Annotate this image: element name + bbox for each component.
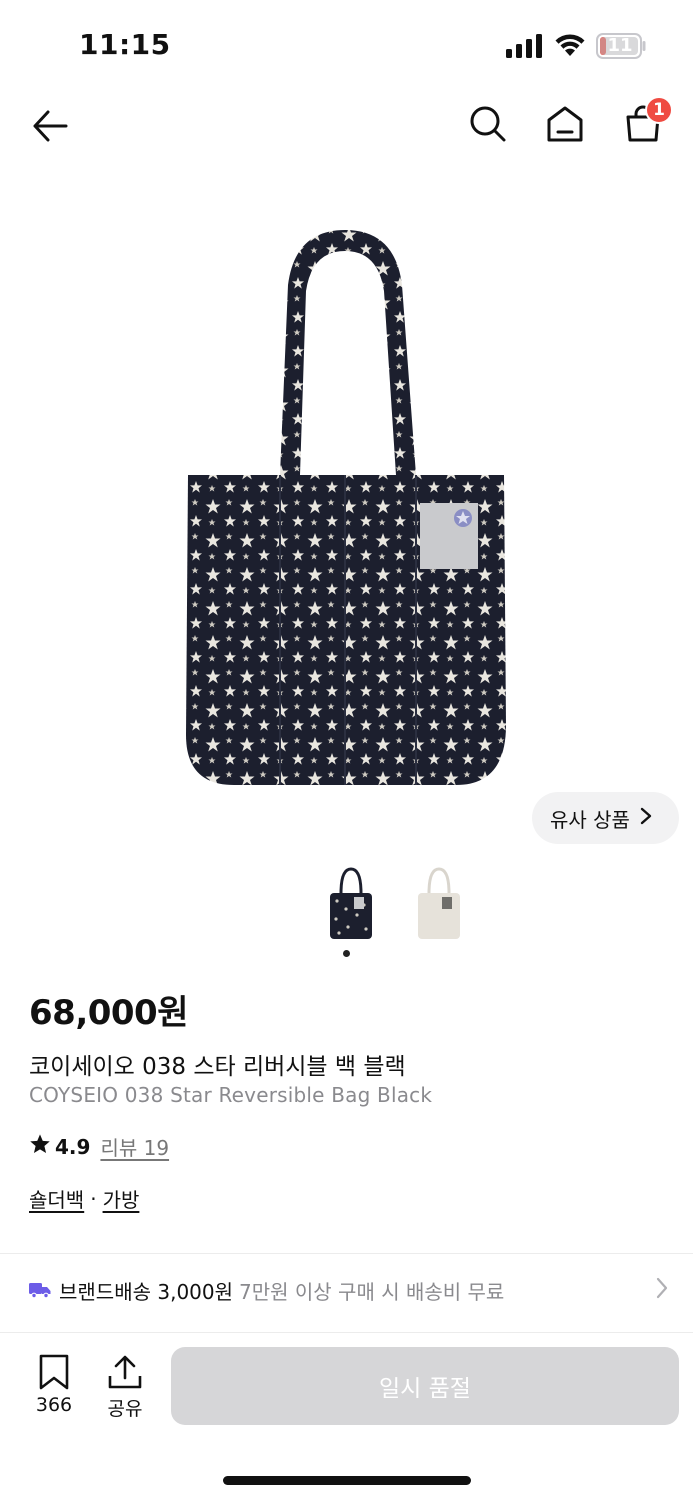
rating-score: 4.9 (55, 1134, 91, 1159)
bookmark-count: 366 (35, 1394, 73, 1416)
back-button[interactable] (26, 102, 74, 150)
home-icon (547, 106, 583, 142)
product-name-english: COYSEIO 038 Star Reversible Bag Black (29, 1083, 433, 1107)
truck-icon (29, 1283, 51, 1298)
similar-products-label: 유사 상품 (550, 807, 630, 832)
product-name-korean: 코이세이오 038 스타 리버시블 백 블랙 (29, 1054, 406, 1080)
carousel-dot-active (343, 950, 350, 957)
cart-count-badge: 1 (645, 96, 673, 124)
section-divider (0, 1253, 693, 1254)
similar-products-button[interactable]: 유사 상품 (532, 792, 679, 844)
category-separator: · (90, 1186, 97, 1211)
category-link-shoulder-bag[interactable]: 숄더백 (29, 1184, 84, 1213)
status-bar: 11:15 11 (0, 0, 693, 90)
product-rating: 4.9 리뷰 19 (29, 1132, 169, 1161)
product-price: 68,000원 (29, 993, 188, 1033)
battery-percent: 11 (607, 35, 633, 56)
free-shipping-note: 7만원 이상 구매 시 배송비 무료 (239, 1279, 505, 1304)
sold-out-button[interactable]: 일시 품절 (171, 1347, 679, 1425)
thumbnail-white-bag[interactable] (412, 865, 466, 945)
shipping-fee-label: 브랜드배송 3,000원 (59, 1279, 234, 1304)
share-icon (108, 1355, 142, 1389)
shipping-info-row[interactable]: 브랜드배송 3,000원 7만원 이상 구매 시 배송비 무료 (29, 1270, 669, 1310)
category-link-bag[interactable]: 가방 (103, 1184, 140, 1213)
thumbnail-black-bag[interactable] (324, 865, 378, 945)
product-image[interactable] (170, 225, 520, 795)
home-indicator (223, 1476, 471, 1485)
arrow-left-icon (33, 110, 68, 142)
bookmark-button[interactable]: 366 (31, 1354, 77, 1416)
wifi-icon (555, 34, 585, 56)
chevron-right-icon (655, 1276, 669, 1305)
review-link[interactable]: 리뷰 19 (100, 1132, 169, 1161)
status-time: 11:15 (79, 28, 171, 61)
category-breadcrumb: 숄더백 · 가방 (29, 1184, 139, 1213)
signal-bars-icon (506, 34, 542, 58)
bookmark-icon (39, 1354, 69, 1390)
chevron-right-icon (640, 806, 652, 830)
share-button[interactable]: 공유 (102, 1354, 148, 1421)
top-nav-bar (0, 90, 693, 160)
image-thumbnails (320, 865, 470, 945)
share-label: 공유 (107, 1398, 143, 1420)
home-button[interactable] (541, 100, 589, 148)
star-icon (29, 1133, 51, 1161)
search-icon (470, 106, 506, 142)
search-button[interactable] (464, 100, 512, 148)
